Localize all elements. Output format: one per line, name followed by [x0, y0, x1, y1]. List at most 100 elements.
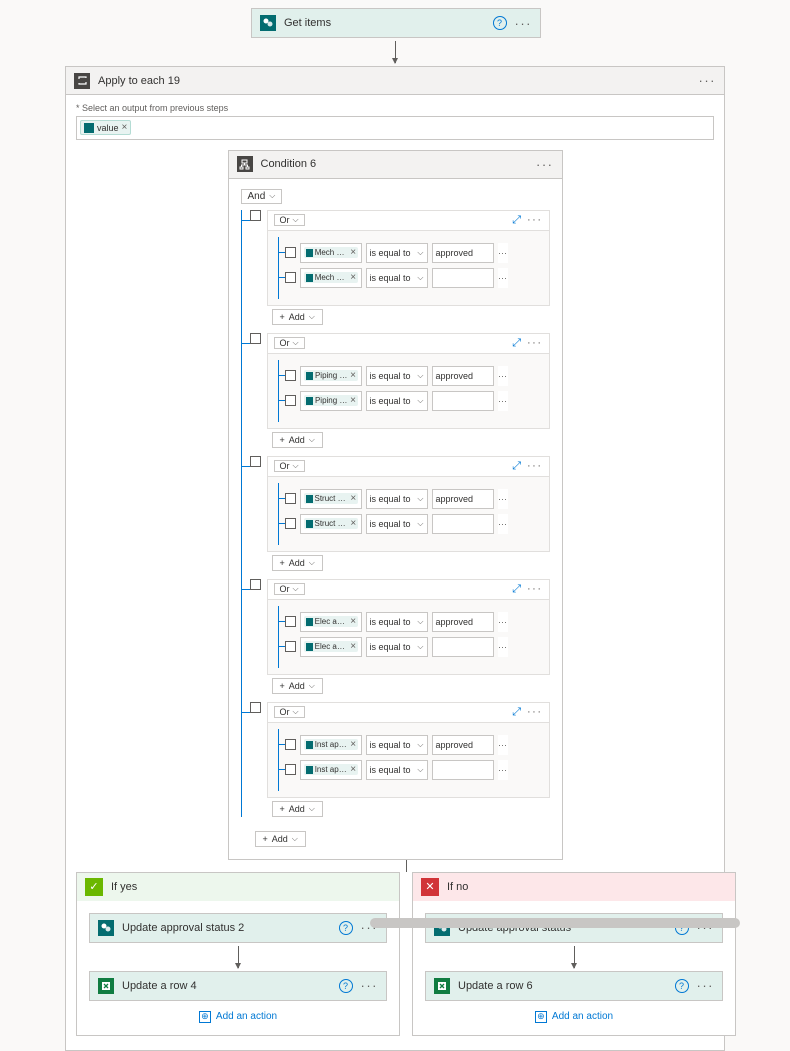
value-input[interactable] — [432, 514, 494, 534]
add-row-button[interactable]: + Add ⌵ — [272, 432, 323, 448]
row-checkbox[interactable] — [285, 395, 296, 406]
group-checkbox[interactable] — [250, 210, 261, 221]
action-card[interactable]: Update a row 4 ? ··· — [89, 971, 387, 1001]
menu-icon[interactable]: ··· — [515, 17, 533, 30]
field-operand[interactable]: Mech ap...× — [300, 243, 362, 263]
row-checkbox[interactable] — [285, 739, 296, 750]
or-selector[interactable]: Or⌵ — [274, 460, 305, 472]
value-input[interactable]: approved — [432, 243, 494, 263]
remove-token-icon[interactable]: × — [350, 247, 355, 258]
value-input[interactable] — [432, 391, 494, 411]
remove-token-icon[interactable]: × — [122, 122, 128, 133]
field-operand[interactable]: Struct ap...× — [300, 514, 362, 534]
add-row-button[interactable]: + Add ⌵ — [272, 555, 323, 571]
row-checkbox[interactable] — [285, 764, 296, 775]
add-action-button[interactable]: ⊕Add an action — [199, 1011, 277, 1023]
menu-icon[interactable]: ··· — [536, 158, 554, 171]
action-card[interactable]: Update a row 6 ? ··· — [425, 971, 723, 1001]
remove-token-icon[interactable]: × — [350, 370, 355, 381]
row-menu-icon[interactable]: ··· — [498, 489, 508, 509]
remove-token-icon[interactable]: × — [350, 641, 355, 652]
remove-token-icon[interactable]: × — [350, 764, 355, 775]
row-menu-icon[interactable]: ··· — [498, 243, 508, 263]
operator-select[interactable]: is equal to⌵ — [366, 612, 428, 632]
group-checkbox[interactable] — [250, 456, 261, 467]
condition-header[interactable]: Condition 6 ··· — [229, 151, 562, 179]
operator-select[interactable]: is equal to⌵ — [366, 243, 428, 263]
menu-icon[interactable]: ··· — [361, 979, 379, 992]
add-row-button[interactable]: + Add ⌵ — [272, 801, 323, 817]
menu-icon[interactable]: ··· — [699, 74, 717, 87]
row-checkbox[interactable] — [285, 370, 296, 381]
menu-icon[interactable]: ··· — [527, 215, 543, 226]
row-menu-icon[interactable]: ··· — [498, 637, 508, 657]
or-selector[interactable]: Or⌵ — [274, 583, 305, 595]
dynamic-token[interactable]: value × — [80, 120, 131, 135]
or-selector[interactable]: Or⌵ — [274, 337, 305, 349]
collapse-icon[interactable]: ⤢ — [512, 583, 521, 596]
group-checkbox[interactable] — [250, 333, 261, 344]
collapse-icon[interactable]: ⤢ — [512, 706, 521, 719]
row-checkbox[interactable] — [285, 272, 296, 283]
or-selector[interactable]: Or⌵ — [274, 706, 305, 718]
horizontal-scrollbar[interactable] — [370, 918, 740, 928]
action-card[interactable]: Update approval status 2 ? ··· — [89, 913, 387, 943]
field-operand[interactable]: Elec app...× — [300, 612, 362, 632]
value-input[interactable]: approved — [432, 489, 494, 509]
field-operand[interactable]: Inst appr...× — [300, 735, 362, 755]
field-operand[interactable]: Elec app...× — [300, 637, 362, 657]
menu-icon[interactable]: ··· — [527, 338, 543, 349]
menu-icon[interactable]: ··· — [527, 707, 543, 718]
remove-token-icon[interactable]: × — [350, 493, 355, 504]
operator-select[interactable]: is equal to⌵ — [366, 489, 428, 509]
add-row-button[interactable]: + Add ⌵ — [272, 678, 323, 694]
field-operand[interactable]: Struct ap...× — [300, 489, 362, 509]
add-row-button[interactable]: + Add ⌵ — [272, 309, 323, 325]
row-checkbox[interactable] — [285, 616, 296, 627]
field-operand[interactable]: Piping a...× — [300, 366, 362, 386]
value-input[interactable] — [432, 760, 494, 780]
remove-token-icon[interactable]: × — [350, 616, 355, 627]
group-checkbox[interactable] — [250, 579, 261, 590]
row-menu-icon[interactable]: ··· — [498, 391, 508, 411]
row-checkbox[interactable] — [285, 493, 296, 504]
row-menu-icon[interactable]: ··· — [498, 612, 508, 632]
collapse-icon[interactable]: ⤢ — [512, 337, 521, 350]
field-operand[interactable]: Mech ap...× — [300, 268, 362, 288]
field-operand[interactable]: Inst appr...× — [300, 760, 362, 780]
help-icon[interactable]: ? — [675, 979, 689, 993]
operator-select[interactable]: is equal to⌵ — [366, 391, 428, 411]
or-selector[interactable]: Or⌵ — [274, 214, 305, 226]
add-action-button[interactable]: ⊕Add an action — [535, 1011, 613, 1023]
row-checkbox[interactable] — [285, 641, 296, 652]
value-input[interactable]: approved — [432, 612, 494, 632]
operator-select[interactable]: is equal to⌵ — [366, 366, 428, 386]
remove-token-icon[interactable]: × — [350, 395, 355, 406]
value-input[interactable]: approved — [432, 366, 494, 386]
remove-token-icon[interactable]: × — [350, 739, 355, 750]
help-icon[interactable]: ? — [339, 921, 353, 935]
operator-select[interactable]: is equal to⌵ — [366, 637, 428, 657]
operator-select[interactable]: is equal to⌵ — [366, 514, 428, 534]
value-input[interactable] — [432, 637, 494, 657]
menu-icon[interactable]: ··· — [697, 979, 715, 992]
value-input[interactable]: approved — [432, 735, 494, 755]
row-checkbox[interactable] — [285, 518, 296, 529]
row-menu-icon[interactable]: ··· — [498, 514, 508, 534]
value-input[interactable] — [432, 268, 494, 288]
operator-select[interactable]: is equal to⌵ — [366, 268, 428, 288]
help-icon[interactable]: ? — [339, 979, 353, 993]
row-menu-icon[interactable]: ··· — [498, 268, 508, 288]
remove-token-icon[interactable]: × — [350, 518, 355, 529]
apply-to-each-header[interactable]: Apply to each 19 ··· — [66, 67, 724, 95]
operator-select[interactable]: is equal to⌵ — [366, 760, 428, 780]
remove-token-icon[interactable]: × — [350, 272, 355, 283]
menu-icon[interactable]: ··· — [527, 584, 543, 595]
group-checkbox[interactable] — [250, 702, 261, 713]
add-group-button[interactable]: + Add ⌵ — [255, 831, 306, 847]
row-menu-icon[interactable]: ··· — [498, 735, 508, 755]
action-get-items[interactable]: Get items ? ··· — [251, 8, 541, 38]
row-checkbox[interactable] — [285, 247, 296, 258]
field-operand[interactable]: Piping a...× — [300, 391, 362, 411]
row-menu-icon[interactable]: ··· — [498, 760, 508, 780]
